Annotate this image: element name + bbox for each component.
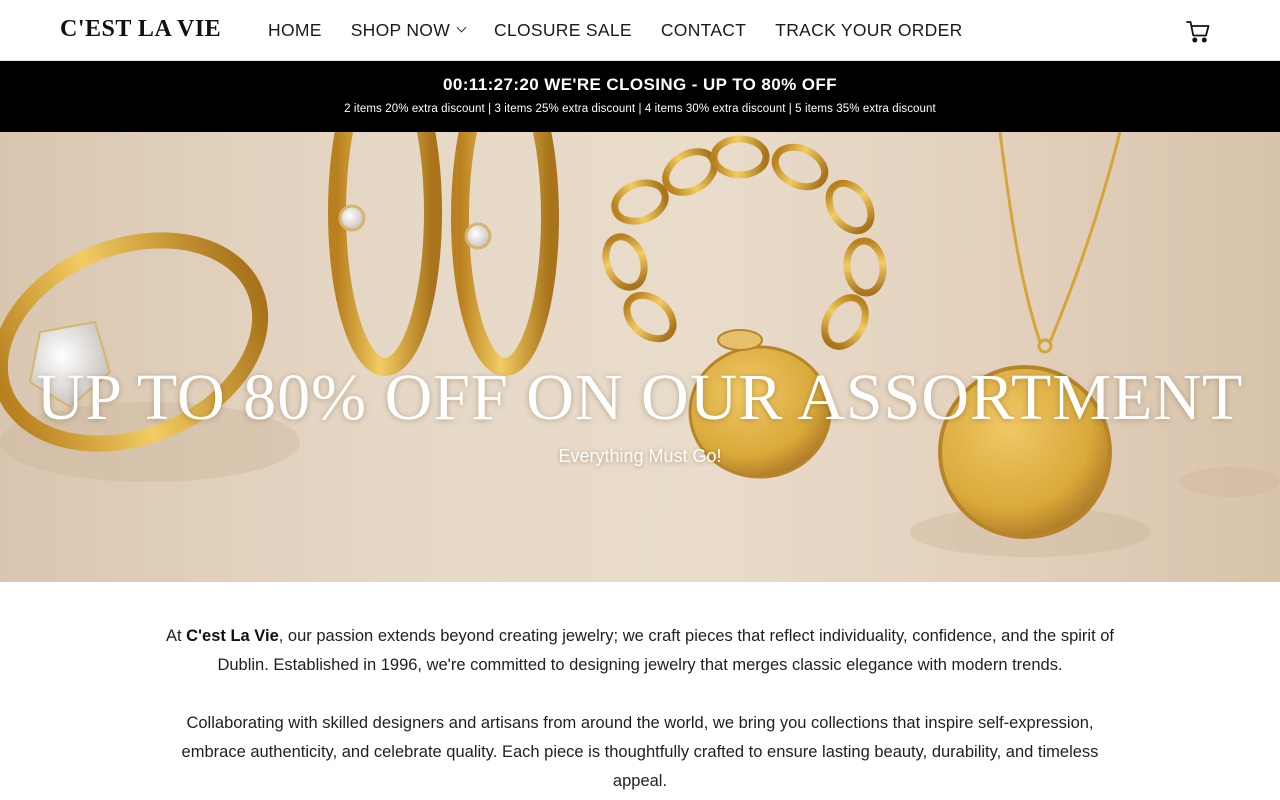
site-header: C'EST LA VIE HOME SHOP NOW CLOSURE SALE … <box>0 0 1280 61</box>
announcement-bar: 00:11:27:20 WE'RE CLOSING - UP TO 80% OF… <box>0 61 1280 132</box>
countdown-timer: 00:11:27:20 <box>443 75 540 94</box>
cart-icon[interactable] <box>1184 17 1212 45</box>
hero-banner: UP TO 80% OFF ON OUR ASSORTMENT Everythi… <box>0 132 1280 582</box>
nav-home[interactable]: HOME <box>268 20 322 41</box>
about-brand-name: C'est La Vie <box>186 627 279 645</box>
about-section: At C'est La Vie, our passion extends bey… <box>160 622 1120 800</box>
discount-tiers: 2 items 20% extra discount | 3 items 25%… <box>344 103 936 115</box>
hero-title: UP TO 80% OFF ON OUR ASSORTMENT <box>36 361 1244 434</box>
about-p1-text: , our passion extends beyond creating je… <box>217 627 1114 674</box>
nav-contact-label: CONTACT <box>660 20 747 40</box>
site-logo[interactable]: C'EST LA VIE <box>60 16 221 43</box>
nav-contact[interactable]: CONTACT <box>661 20 746 41</box>
nav-shop-now-label: SHOP NOW <box>350 20 451 40</box>
hero-subtitle: Everything Must Go! <box>558 446 722 466</box>
announcement-headline: 00:11:27:20 WE'RE CLOSING - UP TO 80% OF… <box>0 75 1280 95</box>
about-paragraph-1: At C'est La Vie, our passion extends bey… <box>160 622 1120 680</box>
nav-closure-sale-label: CLOSURE SALE <box>494 20 632 40</box>
jewelry-image <box>0 132 1280 557</box>
nav-track-order[interactable]: TRACK YOUR ORDER <box>775 20 962 41</box>
chevron-down-icon <box>456 22 467 33</box>
main-nav: HOME SHOP NOW CLOSURE SALE CONTACT TRACK… <box>268 0 992 61</box>
nav-shop-now[interactable]: SHOP NOW <box>350 20 467 41</box>
nav-track-order-label: TRACK YOUR ORDER <box>775 20 963 40</box>
closing-message: WE'RE CLOSING - UP TO 80% OFF <box>544 75 837 94</box>
about-paragraph-2: Collaborating with skilled designers and… <box>181 714 1099 790</box>
nav-home-label: HOME <box>268 20 322 40</box>
nav-closure-sale[interactable]: CLOSURE SALE <box>494 20 632 41</box>
about-p1-prefix: At <box>165 627 187 645</box>
